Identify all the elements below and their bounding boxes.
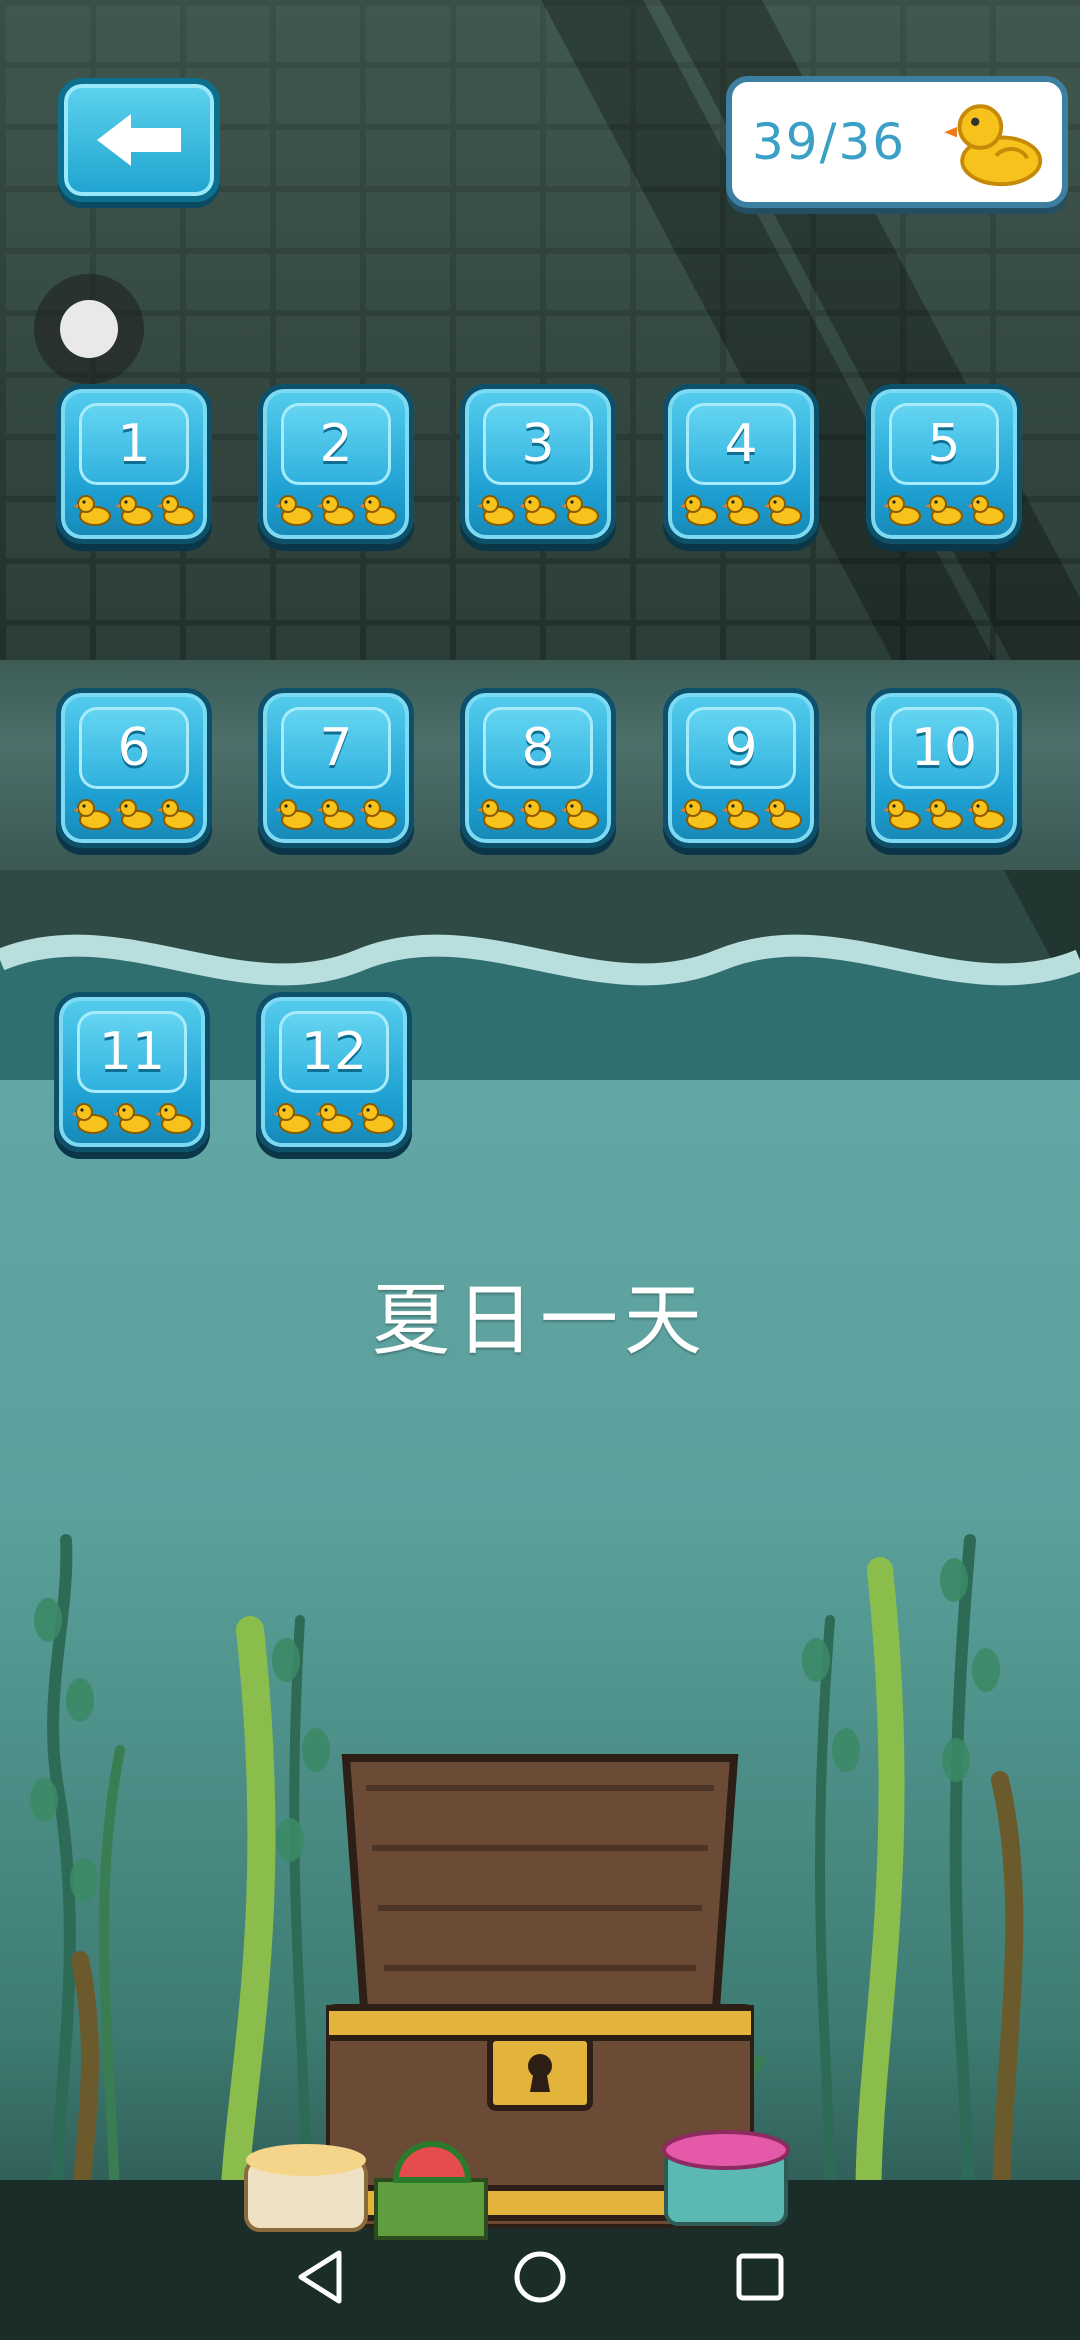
duck-star-icon <box>115 799 153 830</box>
duck-rating <box>59 1099 205 1135</box>
duck-rating <box>668 491 814 527</box>
duck-star-icon <box>113 1103 151 1134</box>
chapter-title: 夏日一天 <box>371 1276 708 1366</box>
nav-recents-button[interactable] <box>725 2242 795 2312</box>
duck-star-icon <box>561 799 599 830</box>
level-button-3[interactable]: 3 <box>460 384 616 544</box>
duck-star-icon <box>157 799 195 830</box>
level-button-9[interactable]: 9 <box>663 688 819 848</box>
duck-rating <box>871 795 1017 831</box>
duck-star-icon <box>925 495 963 526</box>
duck-star-icon <box>967 495 1005 526</box>
duck-star-icon <box>477 799 515 830</box>
duck-star-icon <box>722 799 760 830</box>
duck-star-icon <box>359 799 397 830</box>
duck-star-icon <box>925 799 963 830</box>
left-arrow-icon <box>97 114 181 166</box>
level-button-10[interactable]: 10 <box>866 688 1022 848</box>
level-number: 8 <box>483 707 593 789</box>
duck-star-icon <box>477 495 515 526</box>
level-number: 7 <box>281 707 391 789</box>
duck-star-icon <box>764 495 802 526</box>
level-number: 10 <box>889 707 999 789</box>
duck-star-icon <box>561 495 599 526</box>
level-number: 6 <box>79 707 189 789</box>
rubber-duck-icon <box>944 104 1043 187</box>
circle-home-icon <box>514 2251 566 2303</box>
level-number: 2 <box>281 403 391 485</box>
level-button-5[interactable]: 5 <box>866 384 1022 544</box>
duck-star-icon <box>73 799 111 830</box>
nav-home-button[interactable] <box>505 2242 575 2312</box>
triangle-back-icon <box>298 2250 342 2304</box>
duck-star-icon <box>275 495 313 526</box>
duck-star-icon <box>680 799 718 830</box>
duck-star-icon <box>315 1103 353 1134</box>
duck-star-icon <box>275 799 313 830</box>
duck-star-icon <box>115 495 153 526</box>
level-button-11[interactable]: 11 <box>54 992 210 1152</box>
assist-dot <box>60 300 118 358</box>
duck-rating <box>465 795 611 831</box>
duck-star-icon <box>764 799 802 830</box>
level-number: 1 <box>79 403 189 485</box>
floating-assist-button[interactable] <box>34 274 144 384</box>
duck-rating <box>61 491 207 527</box>
duck-star-icon <box>883 799 921 830</box>
duck-star-icon <box>883 495 921 526</box>
duck-score-panel: 39/36 <box>726 76 1068 208</box>
duck-star-icon <box>71 1103 109 1134</box>
level-number: 11 <box>77 1011 187 1093</box>
duck-rating <box>263 795 409 831</box>
duck-rating <box>61 795 207 831</box>
nav-back-button[interactable] <box>285 2242 355 2312</box>
duck-star-icon <box>519 799 557 830</box>
duck-star-icon <box>722 495 760 526</box>
level-button-1[interactable]: 1 <box>56 384 212 544</box>
level-number: 3 <box>483 403 593 485</box>
level-button-2[interactable]: 2 <box>258 384 414 544</box>
duck-star-icon <box>317 495 355 526</box>
level-button-6[interactable]: 6 <box>56 688 212 848</box>
level-button-12[interactable]: 12 <box>256 992 412 1152</box>
duck-star-icon <box>680 495 718 526</box>
duck-star-icon <box>273 1103 311 1134</box>
level-number: 4 <box>686 403 796 485</box>
back-button[interactable] <box>58 78 220 202</box>
duck-rating <box>261 1099 407 1135</box>
duck-rating <box>263 491 409 527</box>
level-button-4[interactable]: 4 <box>663 384 819 544</box>
level-number: 5 <box>889 403 999 485</box>
duck-star-icon <box>357 1103 395 1134</box>
duck-star-icon <box>967 799 1005 830</box>
duck-rating <box>871 491 1017 527</box>
level-number: 12 <box>279 1011 389 1093</box>
system-navigation-bar <box>0 2214 1080 2340</box>
duck-star-icon <box>519 495 557 526</box>
duck-rating <box>668 795 814 831</box>
duck-star-icon <box>317 799 355 830</box>
level-button-7[interactable]: 7 <box>258 688 414 848</box>
level-number: 9 <box>686 707 796 789</box>
square-recents-icon <box>736 2253 784 2301</box>
duck-star-icon <box>359 495 397 526</box>
duck-star-icon <box>155 1103 193 1134</box>
score-text: 39/36 <box>752 113 907 171</box>
duck-star-icon <box>73 495 111 526</box>
duck-star-icon <box>157 495 195 526</box>
level-button-8[interactable]: 8 <box>460 688 616 848</box>
duck-rating <box>465 491 611 527</box>
